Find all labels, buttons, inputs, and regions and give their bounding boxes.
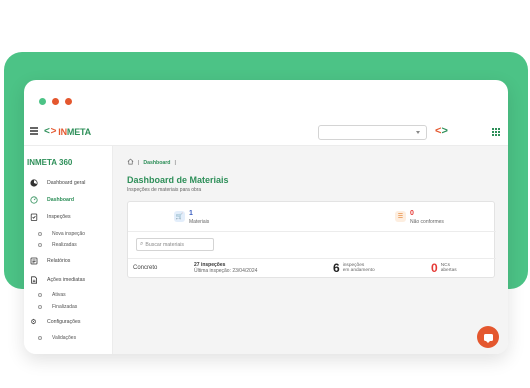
stat-materiais-label: Materiais xyxy=(189,219,210,225)
logo-text-meta: META xyxy=(66,126,91,137)
sidebar-item-acoes-imediatas[interactable]: Ações imediatas xyxy=(29,274,85,286)
sidebar: INMETA 360 Dashboard geral Dashboard Ins… xyxy=(24,146,113,354)
dashboard-icon xyxy=(29,179,38,188)
open-ncs-stat: 0 NCs abertas xyxy=(431,261,457,275)
search-placeholder: Buscar materiais xyxy=(145,241,185,248)
window-controls xyxy=(39,98,72,105)
chat-button[interactable] xyxy=(477,326,499,348)
search-input[interactable]: ⌕ Buscar materiais xyxy=(136,238,214,251)
sidebar-item-relatorios[interactable]: Relatórios xyxy=(29,255,70,267)
sidebar-item-ativas[interactable]: Ativas xyxy=(38,292,66,298)
main-content: | Dashboard | Dashboard de Materiais Ins… xyxy=(113,146,508,354)
in-progress-value: 6 xyxy=(333,261,340,275)
clipboard-icon xyxy=(29,213,38,222)
chat-icon xyxy=(483,333,493,343)
window-dot-orange-2 xyxy=(65,98,72,105)
sidebar-item-inspecoes[interactable]: Inspeções xyxy=(29,211,71,223)
gauge-icon xyxy=(29,196,38,205)
grid-icon[interactable] xyxy=(492,128,500,136)
page-subtitle: Inspeções de materiais para obra xyxy=(127,187,202,193)
app-logo[interactable]: < > INMETA xyxy=(44,126,91,137)
logo-text-in: IN xyxy=(58,126,67,137)
company-select[interactable] xyxy=(318,125,427,140)
brand-chevrons-icon: <> xyxy=(435,125,448,137)
window-dot-green xyxy=(39,98,46,105)
window-dot-orange xyxy=(52,98,59,105)
table-row[interactable]: Concreto 27 inspeções Última inspeção: 2… xyxy=(128,258,496,279)
gear-icon: ⚙ xyxy=(30,319,37,326)
last-inspection: Última inspeção: 23/04/2024 xyxy=(194,268,258,274)
chevron-down-icon xyxy=(416,131,420,134)
search-icon: ⌕ xyxy=(140,241,144,247)
stat-nao-conformes-label: Não conformes xyxy=(410,219,444,225)
sidebar-item-dashboard-geral[interactable]: Dashboard geral xyxy=(29,177,85,189)
app-window: < > INMETA <> INMETA 360 Dashboard geral … xyxy=(24,80,508,354)
report-icon xyxy=(29,257,38,266)
cart-icon: 🛒 xyxy=(174,211,185,222)
page-title: Dashboard de Materiais xyxy=(127,175,229,185)
top-bar: < > INMETA <> xyxy=(24,120,508,146)
in-progress-stat: 6 inspeções em andamento xyxy=(333,261,375,275)
breadcrumb: | Dashboard | xyxy=(127,158,176,167)
sidebar-item-configuracoes[interactable]: ⚙ Configurações xyxy=(29,316,80,328)
stat-nao-conformes-value: 0 xyxy=(410,210,414,217)
sidebar-item-realizadas[interactable]: Realizadas xyxy=(38,242,77,248)
document-icon xyxy=(29,276,38,285)
sidebar-item-finalizadas[interactable]: Finalizadas xyxy=(38,304,77,310)
stat-nao-conformes: ☰ 0 Não conformes xyxy=(395,210,444,225)
menu-icon[interactable] xyxy=(30,127,38,135)
sidebar-item-nova-inspecao[interactable]: Nova inspeção xyxy=(38,231,85,237)
stat-materiais: 🛒 1 Materiais xyxy=(174,210,209,225)
material-name: Concreto xyxy=(133,265,158,271)
sidebar-item-validacoes[interactable]: Validações xyxy=(38,335,76,341)
sidebar-title: INMETA 360 xyxy=(27,158,73,167)
stats-bar: 🛒 1 Materiais ☰ 0 Não conformes xyxy=(128,202,496,232)
open-ncs-value: 0 xyxy=(431,261,438,275)
breadcrumb-current[interactable]: Dashboard xyxy=(143,160,170,166)
home-icon[interactable] xyxy=(127,158,134,167)
materials-card: 🛒 1 Materiais ☰ 0 Não conformes ⌕ Buscar… xyxy=(127,201,496,279)
list-icon: ☰ xyxy=(395,211,406,222)
logo-chevrons-icon: < xyxy=(44,126,50,137)
sidebar-item-dashboard[interactable]: Dashboard xyxy=(29,194,74,206)
stat-materiais-value: 1 xyxy=(189,210,193,217)
